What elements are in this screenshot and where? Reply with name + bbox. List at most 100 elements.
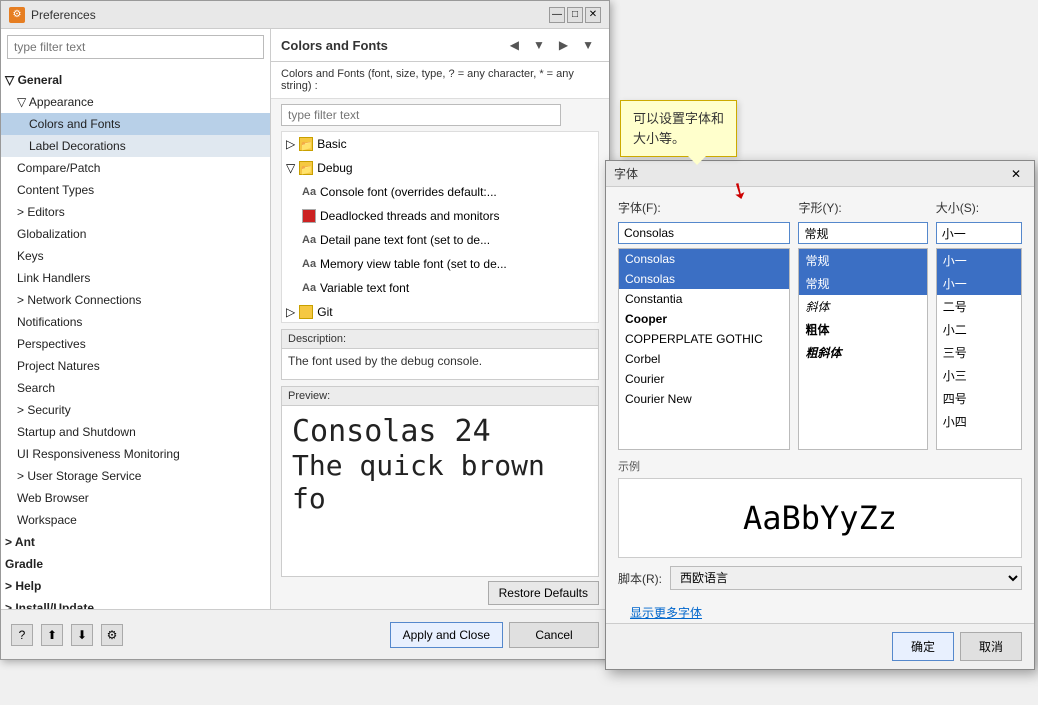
fonts-tree-git[interactable]: ▷ Git: [282, 300, 598, 323]
tree-item-search[interactable]: Search: [1, 377, 270, 399]
size-list-item-xiao2[interactable]: 小二: [937, 318, 1021, 341]
tree-item-perspectives[interactable]: Perspectives: [1, 333, 270, 355]
font-dialog-columns: 字体(F): Consolas Consolas Constantia Coop…: [618, 199, 1022, 450]
help-icon-button[interactable]: ?: [11, 624, 33, 646]
restore-defaults-button[interactable]: Restore Defaults: [488, 581, 599, 605]
minimize-button[interactable]: —: [549, 7, 565, 23]
tree-item-globalization[interactable]: Globalization: [1, 223, 270, 245]
tree-item-network-connections[interactable]: > Network Connections: [1, 289, 270, 311]
memory-view-label: Memory view table font (set to de...: [320, 255, 507, 273]
aa-icon-4: Aa: [302, 279, 316, 297]
style-list-item-bold-italic[interactable]: 粗斜体: [799, 341, 926, 364]
panel-header: Colors and Fonts ◀ ▼ ▶ ▼: [271, 29, 609, 62]
tree-item-user-storage[interactable]: > User Storage Service: [1, 465, 270, 487]
size-list-item-4[interactable]: 四号: [937, 387, 1021, 410]
font-list-item-constantia[interactable]: Constantia: [619, 289, 789, 309]
tree-item-gradle[interactable]: Gradle: [1, 553, 270, 575]
fonts-tree-basic[interactable]: ▷ 📁 Basic: [282, 132, 598, 156]
font-list-item-corbel[interactable]: Corbel: [619, 349, 789, 369]
back-button[interactable]: ◀: [505, 35, 524, 55]
font-dialog-ok-button[interactable]: 确定: [892, 632, 954, 661]
size-list-item-xiao1[interactable]: 小一: [937, 272, 1021, 295]
size-input[interactable]: [936, 222, 1022, 244]
font-list[interactable]: Consolas Consolas Constantia Cooper COPP…: [618, 248, 790, 450]
tree-item-ant[interactable]: > Ant: [1, 531, 270, 553]
size-col-label: 大小(S):: [936, 199, 1022, 216]
tree-item-appearance[interactable]: ▽ Appearance: [1, 91, 270, 113]
fonts-tree-memory-view[interactable]: Aa Memory view table font (set to de...: [282, 252, 598, 276]
tree-item-link-handlers[interactable]: Link Handlers: [1, 267, 270, 289]
sample-label: 示例: [618, 458, 1022, 474]
cancel-button[interactable]: Cancel: [509, 622, 599, 648]
style-list-item-regular[interactable]: 常规: [799, 272, 926, 295]
font-list-item-courier-new[interactable]: Courier New: [619, 389, 789, 409]
fonts-tree-debug[interactable]: ▽ 📁 Debug: [282, 156, 598, 180]
tree-item-content-types[interactable]: Content Types: [1, 179, 270, 201]
font-list-item-courier[interactable]: Courier: [619, 369, 789, 389]
tree-item-label-decorations[interactable]: Label Decorations: [1, 135, 270, 157]
nav-dropdown-button[interactable]: ▼: [528, 35, 550, 55]
tree-item-project-natures[interactable]: Project Natures: [1, 355, 270, 377]
preferences-icon: ⚙: [9, 7, 25, 23]
tree-item-security[interactable]: > Security: [1, 399, 270, 421]
forward-button[interactable]: ▶: [554, 35, 573, 55]
import-button[interactable]: ⬇: [71, 624, 93, 646]
size-list-item-xiao1-top[interactable]: 小一: [937, 249, 1021, 272]
size-list-item-3[interactable]: 三号: [937, 341, 1021, 364]
maximize-button[interactable]: □: [567, 7, 583, 23]
right-panel: Colors and Fonts ◀ ▼ ▶ ▼ Colors and Font…: [271, 29, 609, 609]
tree-item-ui-responsiveness[interactable]: UI Responsiveness Monitoring: [1, 443, 270, 465]
style-list-item-regular-top[interactable]: 常规: [799, 249, 926, 272]
preview-label: Preview:: [282, 387, 598, 406]
style-list[interactable]: 常规 常规 斜体 粗体 粗斜体: [798, 248, 927, 450]
tree-item-general[interactable]: ▽ General: [1, 69, 270, 91]
tree-item-web-browser[interactable]: Web Browser: [1, 487, 270, 509]
more-button[interactable]: ▼: [577, 35, 599, 55]
fonts-tree-console-font[interactable]: Aa Console font (overrides default:...: [282, 180, 598, 204]
fonts-tree-deadlocked[interactable]: Deadlocked threads and monitors: [282, 204, 598, 228]
script-select[interactable]: 西欧语言: [670, 566, 1022, 590]
apply-close-button[interactable]: Apply and Close: [390, 622, 503, 648]
style-input[interactable]: [798, 222, 927, 244]
script-label: 脚本(R):: [618, 570, 662, 587]
export-button[interactable]: ⬆: [41, 624, 63, 646]
fonts-tree-variable-text[interactable]: Aa Variable text font: [282, 276, 598, 300]
tree-item-workspace[interactable]: Workspace: [1, 509, 270, 531]
tree-filter-input[interactable]: [7, 35, 264, 59]
font-list-item-consolas-top[interactable]: Consolas: [619, 249, 789, 269]
fonts-filter-input[interactable]: [281, 104, 561, 126]
settings-button[interactable]: ⚙: [101, 624, 123, 646]
expand-icon-git: ▷: [286, 303, 295, 321]
preview-line2: The quick brown fo: [292, 449, 588, 515]
tree-item-notifications[interactable]: Notifications: [1, 311, 270, 333]
font-dialog-body: 字体(F): Consolas Consolas Constantia Coop…: [606, 187, 1034, 602]
font-list-item-cooper[interactable]: Cooper: [619, 309, 789, 329]
close-button[interactable]: ✕: [585, 7, 601, 23]
font-dialog-cancel-button[interactable]: 取消: [960, 632, 1022, 661]
fonts-tree-area[interactable]: ▷ 📁 Basic ▽ 📁 Debug Aa Console font (ove…: [281, 131, 599, 323]
tree-item-colors-fonts[interactable]: Colors and Fonts: [1, 113, 270, 135]
tree-item-editors[interactable]: > Editors: [1, 201, 270, 223]
size-list-item-2[interactable]: 二号: [937, 295, 1021, 318]
tree-item-keys[interactable]: Keys: [1, 245, 270, 267]
left-panel: ▽ General ▽ Appearance Colors and Fonts …: [1, 29, 271, 609]
tree-item-compare-patch[interactable]: Compare/Patch: [1, 157, 270, 179]
font-list-item-copperplate[interactable]: COPPERPLATE GOTHIC: [619, 329, 789, 349]
font-list-item-consolas-selected[interactable]: Consolas: [619, 269, 789, 289]
show-more-fonts-link[interactable]: 显示更多字体: [618, 604, 714, 622]
tree-item-startup-shutdown[interactable]: Startup and Shutdown: [1, 421, 270, 443]
style-list-item-bold[interactable]: 粗体: [799, 318, 926, 341]
size-list-item-xiao4[interactable]: 小四: [937, 410, 1021, 433]
font-dialog-close-button[interactable]: ✕: [1006, 166, 1026, 182]
font-dialog-footer: 确定 取消: [606, 623, 1034, 669]
tree-item-help[interactable]: > Help: [1, 575, 270, 597]
font-input[interactable]: [618, 222, 790, 244]
fonts-tree-detail-pane[interactable]: Aa Detail pane text font (set to de...: [282, 228, 598, 252]
fonts-tree-git-label: Git: [317, 303, 332, 321]
style-list-item-italic[interactable]: 斜体: [799, 295, 926, 318]
tree-item-install-update[interactable]: > Install/Update: [1, 597, 270, 609]
size-list-item-xiao3[interactable]: 小三: [937, 364, 1021, 387]
size-list[interactable]: 小一 小一 二号 小二 三号 小三 四号 小四: [936, 248, 1022, 450]
titlebar-left: ⚙ Preferences: [9, 7, 96, 23]
description-area: Description: The font used by the debug …: [281, 329, 599, 380]
